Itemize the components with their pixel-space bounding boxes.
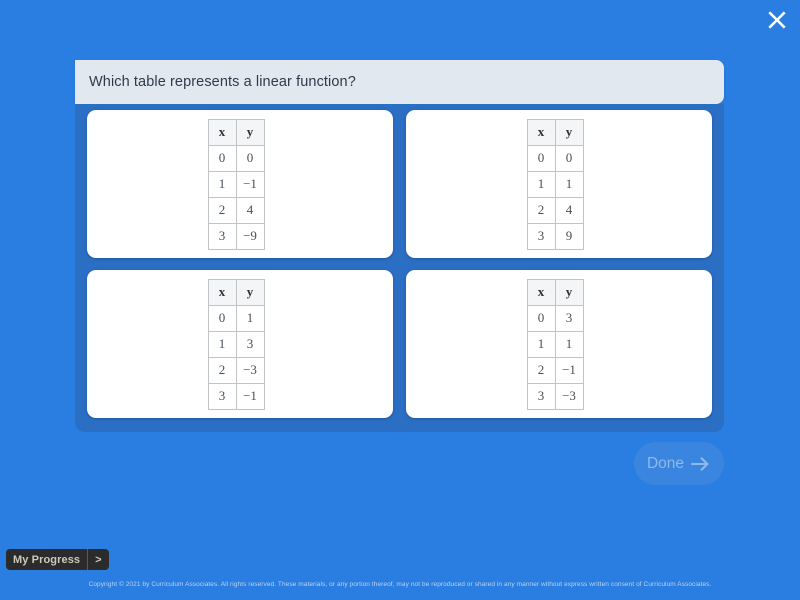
column-header: x: [526, 118, 556, 146]
table-cell: 9: [554, 222, 584, 250]
table-cell: 3: [554, 304, 584, 332]
table-cell: −9: [235, 222, 265, 250]
table-cell: 0: [207, 304, 237, 332]
table-cell: 1: [235, 304, 265, 332]
table-cell: −1: [554, 356, 584, 384]
table-cell: −3: [235, 356, 265, 384]
table-row: 3 −3: [526, 382, 584, 410]
table-cell: 2: [526, 356, 556, 384]
table-row: 2 −3: [207, 356, 265, 384]
choice-card-choice-d[interactable]: x y 0 3 1 1 2 −1 3 −3: [406, 270, 712, 418]
column-header: y: [235, 278, 265, 306]
chevron-right-icon: >: [95, 553, 102, 566]
table-cell: −1: [235, 170, 265, 198]
table-cell: 1: [526, 170, 556, 198]
table-cell: 3: [526, 222, 556, 250]
value-table: xy00112439: [526, 118, 584, 250]
table-row: 2 −1: [526, 356, 584, 384]
table-row: 39: [526, 222, 584, 250]
column-header: x: [207, 278, 237, 306]
table-cell: 0: [235, 144, 265, 172]
table-cell: 3: [526, 382, 556, 410]
table-cell: 4: [554, 196, 584, 224]
table-cell: 3: [207, 382, 237, 410]
table-cell: −1: [235, 382, 265, 410]
close-button[interactable]: [760, 3, 794, 37]
choice-grid: x y 0 0 1 −1 2 4 3 −9 x y 0 0 1 1 2 4 3 9 x y 0 1 1 3 2 −3 3 −1 x y 0 3 1 1…: [87, 110, 712, 418]
choice-card-choice-c[interactable]: x y 0 1 1 3 2 −3 3 −1: [87, 270, 393, 418]
value-table: x y 0 3 1 1 2 −1 3 −3: [526, 278, 584, 410]
column-header: x: [526, 278, 556, 306]
table-row: 01: [207, 304, 265, 332]
table-row: 11: [526, 330, 584, 358]
my-progress-label: My Progress: [13, 553, 81, 566]
done-button[interactable]: Done: [634, 442, 724, 485]
table-cell: 0: [526, 304, 556, 332]
table-row: 03: [526, 304, 584, 332]
choice-card-choice-b[interactable]: xy00112439: [406, 110, 712, 258]
table-header-row: xy: [526, 118, 584, 146]
column-header: y: [235, 118, 265, 146]
table-row: 24: [207, 196, 265, 224]
done-button-label: Done: [646, 454, 685, 472]
table-cell: 2: [207, 356, 237, 384]
table-row: 00: [207, 144, 265, 172]
table-cell: 3: [235, 330, 265, 358]
value-table: x y 0 0 1 −1 2 4 3 −9: [207, 118, 265, 250]
table-header-row: xy: [207, 278, 265, 306]
table-cell: 1: [554, 170, 584, 198]
table-row: 3 −1: [207, 382, 265, 410]
answer-choices-panel: x y 0 0 1 −1 2 4 3 −9 x y 0 0 1 1 2 4 3 9 x y 0 1 1 3 2 −3 3 −1 x y 0 3 1 1…: [75, 104, 724, 432]
table-row: 24: [526, 196, 584, 224]
value-table: x y 0 1 1 3 2 −3 3 −1: [207, 278, 265, 410]
table-cell: 0: [526, 144, 556, 172]
close-icon: [766, 9, 788, 31]
choice-card-choice-a[interactable]: x y 0 0 1 −1 2 4 3 −9: [87, 110, 393, 258]
table-cell: 0: [554, 144, 584, 172]
table-cell: 1: [207, 330, 237, 358]
question-text: Which table represents a linear function…: [89, 74, 356, 90]
column-header: x: [207, 118, 237, 146]
my-progress-tab[interactable]: My Progress >: [6, 549, 109, 570]
column-header: y: [554, 118, 584, 146]
table-row: 3 −9: [207, 222, 265, 250]
table-cell: 0: [207, 144, 237, 172]
table-cell: 3: [207, 222, 237, 250]
table-header-row: xy: [526, 278, 584, 306]
table-cell: −3: [554, 382, 584, 410]
table-cell: 2: [526, 196, 556, 224]
table-cell: 4: [235, 196, 265, 224]
table-cell: 2: [207, 196, 237, 224]
arrow-right-icon: [691, 456, 711, 472]
table-row: 1 −1: [207, 170, 265, 198]
table-cell: 1: [554, 330, 584, 358]
question-header-bar: Which table represents a linear function…: [75, 60, 724, 104]
table-header-row: xy: [207, 118, 265, 146]
table-row: 11: [526, 170, 584, 198]
table-row: 00: [526, 144, 584, 172]
footer-copyright: Copyright © 2021 by Curriculum Associate…: [88, 581, 712, 588]
table-row: 13: [207, 330, 265, 358]
table-cell: 1: [526, 330, 556, 358]
table-cell: 1: [207, 170, 237, 198]
column-header: y: [554, 278, 584, 306]
